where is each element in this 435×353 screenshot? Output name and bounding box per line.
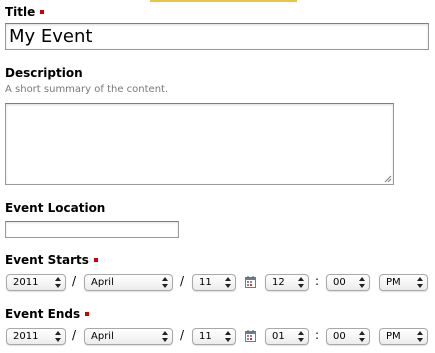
start-hour-select[interactable]: 12 <box>265 274 309 291</box>
end-day-select[interactable]: 11 <box>192 328 236 345</box>
event-location-label: Event Location <box>5 201 106 215</box>
end-hour-value: 01 <box>272 331 285 342</box>
event-ends-label-row: Event Ends <box>5 307 90 321</box>
end-ampm-value: PM <box>386 331 401 342</box>
description-label: Description <box>5 66 83 80</box>
title-label-row: Title <box>5 5 45 19</box>
select-arrows-icon <box>225 277 231 288</box>
time-separator: : <box>315 274 320 288</box>
select-arrows-icon <box>225 331 231 342</box>
select-arrows-icon <box>162 331 168 342</box>
start-minute-value: 00 <box>333 277 346 288</box>
start-hour-value: 12 <box>272 277 285 288</box>
end-minute-select[interactable]: 00 <box>326 328 370 345</box>
select-arrows-icon <box>359 277 365 288</box>
start-month-value: April <box>91 277 114 288</box>
start-year-value: 2011 <box>13 277 39 288</box>
date-separator: / <box>180 274 185 288</box>
start-minute-select[interactable]: 00 <box>326 274 370 291</box>
end-month-value: April <box>91 331 114 342</box>
end-day-value: 11 <box>199 331 212 342</box>
description-textarea[interactable] <box>5 103 394 185</box>
required-marker-icon <box>93 257 98 262</box>
title-label: Title <box>5 5 36 19</box>
select-arrows-icon <box>417 331 423 342</box>
title-input[interactable]: My Event <box>5 23 429 50</box>
time-separator: : <box>315 328 320 342</box>
end-year-select[interactable]: 2011 <box>6 328 66 345</box>
required-marker-icon <box>85 311 90 316</box>
event-starts-label-row: Event Starts <box>5 253 98 267</box>
select-arrows-icon <box>162 277 168 288</box>
end-hour-select[interactable]: 01 <box>265 328 309 345</box>
calendar-icon[interactable] <box>245 330 256 342</box>
select-arrows-icon <box>298 277 304 288</box>
event-ends-label: Event Ends <box>5 307 81 321</box>
event-starts-label: Event Starts <box>5 253 89 267</box>
calendar-icon[interactable] <box>245 276 256 288</box>
event-location-input[interactable] <box>5 221 179 238</box>
end-ampm-select[interactable]: PM <box>379 328 428 345</box>
select-arrows-icon <box>298 331 304 342</box>
required-marker-icon <box>40 9 45 14</box>
start-month-select[interactable]: April <box>84 274 173 291</box>
description-help-text: A short summary of the content. <box>5 84 169 95</box>
start-day-select[interactable]: 11 <box>192 274 236 291</box>
select-arrows-icon <box>55 277 61 288</box>
start-ampm-value: PM <box>386 277 401 288</box>
end-minute-value: 00 <box>333 331 346 342</box>
date-separator: / <box>180 328 185 342</box>
title-input-value: My Event <box>9 26 93 47</box>
date-separator: / <box>72 274 77 288</box>
resize-grip-icon[interactable] <box>384 175 392 183</box>
end-year-value: 2011 <box>13 331 39 342</box>
start-day-value: 11 <box>199 277 212 288</box>
top-accent-bar <box>150 0 297 2</box>
select-arrows-icon <box>359 331 365 342</box>
select-arrows-icon <box>417 277 423 288</box>
date-separator: / <box>72 328 77 342</box>
select-arrows-icon <box>55 331 61 342</box>
start-year-select[interactable]: 2011 <box>6 274 66 291</box>
end-month-select[interactable]: April <box>84 328 173 345</box>
start-ampm-select[interactable]: PM <box>379 274 428 291</box>
